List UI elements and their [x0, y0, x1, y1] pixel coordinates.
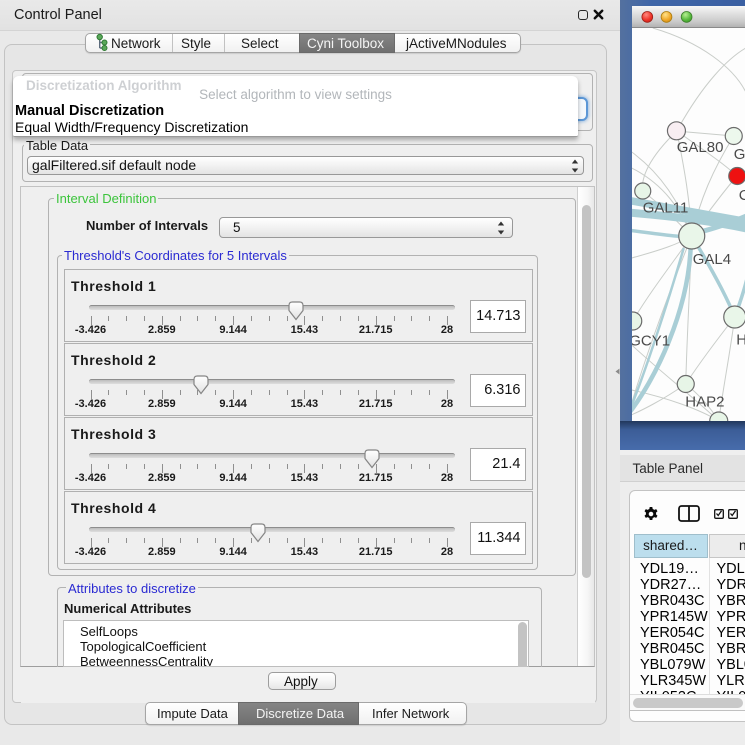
- svg-text:GCY1: GCY1: [632, 333, 670, 350]
- svg-text:C: C: [738, 187, 745, 204]
- svg-text:GA: GA: [733, 146, 745, 163]
- svg-text:GAL80: GAL80: [676, 139, 723, 156]
- svg-text:HAP2: HAP2: [685, 394, 724, 411]
- svg-text:GAL4: GAL4: [692, 251, 730, 268]
- svg-text:GAL11: GAL11: [642, 200, 688, 217]
- svg-text:H: H: [736, 332, 745, 349]
